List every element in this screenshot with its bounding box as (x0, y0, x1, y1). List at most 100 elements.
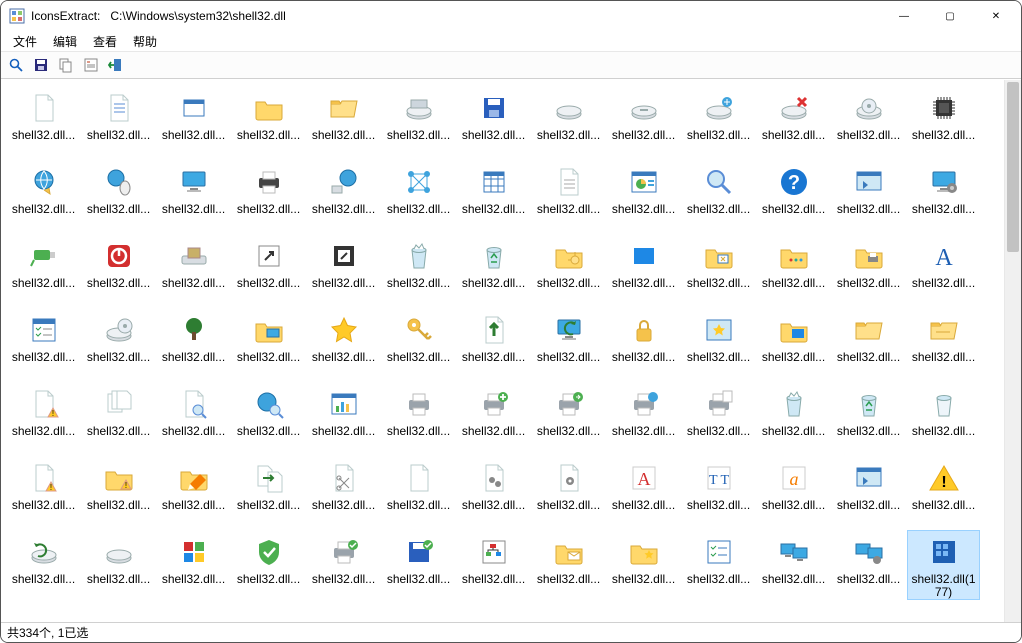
list-item[interactable]: Ashell32.dll... (607, 456, 680, 526)
list-item[interactable]: shell32.dll... (382, 308, 455, 378)
list-item[interactable]: shell32.dll... (757, 234, 830, 304)
list-item[interactable]: shell32.dll... (7, 234, 80, 304)
list-item[interactable]: shell32.dll... (232, 160, 305, 230)
list-item[interactable]: shell32.dll... (382, 86, 455, 156)
menu-view[interactable]: 查看 (85, 31, 125, 52)
list-item[interactable]: shell32.dll... (157, 530, 230, 600)
close-button[interactable]: ✕ (973, 1, 1019, 31)
list-item[interactable]: Ashell32.dll... (907, 234, 980, 304)
list-item[interactable]: shell32.dll... (232, 530, 305, 600)
list-item[interactable]: shell32.dll... (757, 382, 830, 452)
menu-file[interactable]: 文件 (5, 31, 45, 52)
list-item[interactable]: shell32.dll... (7, 86, 80, 156)
list-item[interactable]: shell32.dll... (832, 86, 905, 156)
scrollbar-thumb[interactable] (1007, 82, 1019, 252)
list-item[interactable]: !shell32.dll... (7, 382, 80, 452)
list-item[interactable]: shell32.dll... (907, 382, 980, 452)
list-item[interactable]: shell32.dll... (82, 234, 155, 304)
list-item[interactable]: shell32.dll... (907, 308, 980, 378)
list-item[interactable]: shell32.dll... (532, 160, 605, 230)
list-item[interactable]: shell32.dll... (682, 382, 755, 452)
list-item[interactable]: !shell32.dll... (7, 456, 80, 526)
list-item[interactable]: ?shell32.dll... (757, 160, 830, 230)
list-item[interactable]: shell32.dll... (382, 382, 455, 452)
list-item[interactable]: shell32.dll... (607, 160, 680, 230)
exit-button[interactable] (105, 54, 127, 76)
list-item[interactable]: shell32.dll... (382, 456, 455, 526)
list-item[interactable]: T Tshell32.dll... (682, 456, 755, 526)
list-item[interactable]: shell32.dll... (607, 234, 680, 304)
list-item[interactable]: shell32.dll... (532, 530, 605, 600)
list-item[interactable]: shell32.dll(177) (907, 530, 980, 600)
list-item[interactable]: shell32.dll... (82, 530, 155, 600)
list-item[interactable]: shell32.dll... (157, 160, 230, 230)
list-item[interactable]: shell32.dll... (307, 308, 380, 378)
list-item[interactable]: shell32.dll... (7, 160, 80, 230)
list-item[interactable]: shell32.dll... (82, 382, 155, 452)
list-item[interactable]: shell32.dll... (307, 456, 380, 526)
list-item[interactable]: shell32.dll... (382, 160, 455, 230)
copy-button[interactable] (55, 54, 77, 76)
list-item[interactable]: shell32.dll... (232, 234, 305, 304)
list-item[interactable]: shell32.dll... (82, 160, 155, 230)
menu-help[interactable]: 帮助 (125, 31, 165, 52)
list-item[interactable]: ashell32.dll... (757, 456, 830, 526)
list-item[interactable]: shell32.dll... (157, 382, 230, 452)
list-item[interactable]: shell32.dll... (832, 234, 905, 304)
list-item[interactable]: shell32.dll... (232, 382, 305, 452)
list-item[interactable]: shell32.dll... (682, 234, 755, 304)
list-item[interactable]: shell32.dll... (307, 160, 380, 230)
icon-listview[interactable]: shell32.dll...shell32.dll...shell32.dll.… (1, 80, 1004, 622)
list-item[interactable]: shell32.dll... (382, 234, 455, 304)
list-item[interactable]: shell32.dll... (532, 86, 605, 156)
list-item[interactable]: shell32.dll... (682, 308, 755, 378)
list-item[interactable]: shell32.dll... (307, 234, 380, 304)
list-item[interactable]: shell32.dll... (532, 234, 605, 304)
list-item[interactable]: shell32.dll... (532, 308, 605, 378)
minimize-button[interactable]: — (881, 1, 927, 31)
maximize-button[interactable]: ▢ (927, 1, 973, 31)
list-item[interactable]: shell32.dll... (907, 160, 980, 230)
list-item[interactable]: shell32.dll... (232, 86, 305, 156)
list-item[interactable]: shell32.dll... (457, 234, 530, 304)
list-item[interactable]: shell32.dll... (82, 308, 155, 378)
list-item[interactable]: !shell32.dll... (82, 456, 155, 526)
list-item[interactable]: shell32.dll... (832, 530, 905, 600)
list-item[interactable]: shell32.dll... (682, 530, 755, 600)
list-item[interactable]: !shell32.dll... (907, 456, 980, 526)
list-item[interactable]: shell32.dll... (232, 456, 305, 526)
list-item[interactable]: shell32.dll... (457, 530, 530, 600)
list-item[interactable]: shell32.dll... (7, 530, 80, 600)
list-item[interactable]: shell32.dll... (607, 86, 680, 156)
list-item[interactable]: shell32.dll... (832, 308, 905, 378)
list-item[interactable]: shell32.dll... (532, 456, 605, 526)
list-item[interactable]: shell32.dll... (607, 382, 680, 452)
list-item[interactable]: shell32.dll... (382, 530, 455, 600)
list-item[interactable]: shell32.dll... (682, 160, 755, 230)
list-item[interactable]: shell32.dll... (157, 86, 230, 156)
vertical-scrollbar[interactable] (1004, 80, 1021, 622)
list-item[interactable]: shell32.dll... (832, 382, 905, 452)
list-item[interactable]: shell32.dll... (607, 308, 680, 378)
list-item[interactable]: shell32.dll... (682, 86, 755, 156)
list-item[interactable]: shell32.dll... (157, 234, 230, 304)
list-item[interactable]: shell32.dll... (757, 86, 830, 156)
list-item[interactable]: shell32.dll... (82, 86, 155, 156)
list-item[interactable]: shell32.dll... (232, 308, 305, 378)
list-item[interactable]: shell32.dll... (457, 308, 530, 378)
list-item[interactable]: shell32.dll... (307, 530, 380, 600)
list-item[interactable]: shell32.dll... (907, 86, 980, 156)
list-item[interactable]: shell32.dll... (457, 160, 530, 230)
list-item[interactable]: shell32.dll... (157, 308, 230, 378)
list-item[interactable]: shell32.dll... (307, 86, 380, 156)
list-item[interactable]: shell32.dll... (307, 382, 380, 452)
titlebar[interactable]: IconsExtract: C:\Windows\system32\shell3… (1, 1, 1021, 31)
list-item[interactable]: shell32.dll... (7, 308, 80, 378)
menu-edit[interactable]: 编辑 (45, 31, 85, 52)
list-item[interactable]: shell32.dll... (832, 160, 905, 230)
search-button[interactable] (5, 54, 27, 76)
list-item[interactable]: shell32.dll... (157, 456, 230, 526)
list-item[interactable]: shell32.dll... (532, 382, 605, 452)
list-item[interactable]: shell32.dll... (757, 308, 830, 378)
save-button[interactable] (30, 54, 52, 76)
